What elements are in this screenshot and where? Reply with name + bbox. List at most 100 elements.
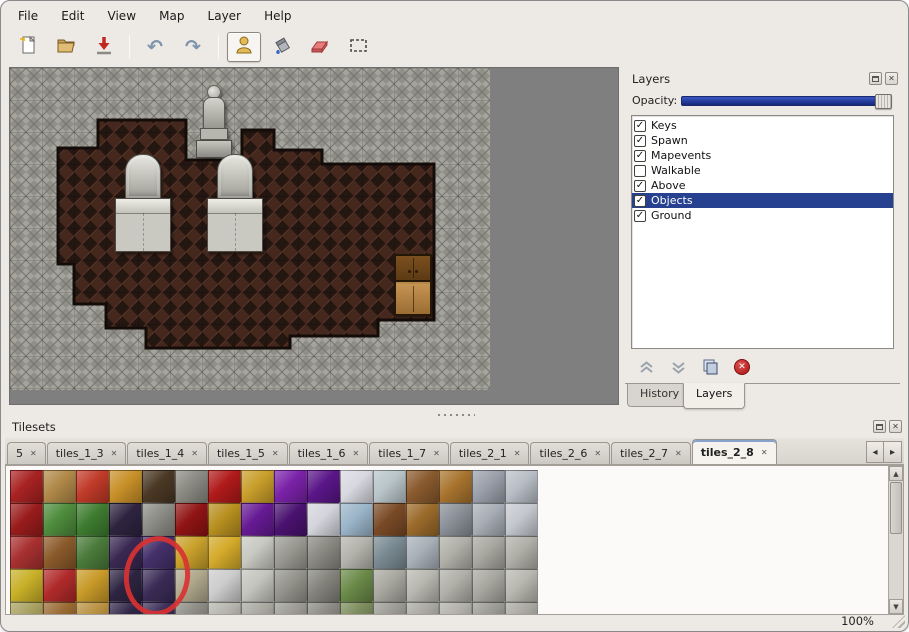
menu-layer[interactable]: Layer (199, 7, 250, 25)
tileset-tile[interactable] (307, 470, 340, 503)
tileset-tab-tiles_2_7[interactable]: tiles_2_7✕ (611, 442, 691, 464)
tileset-tile[interactable] (142, 602, 175, 615)
tileset-tile[interactable] (472, 569, 505, 602)
tileset-tile[interactable] (175, 569, 208, 602)
tileset-tile[interactable] (307, 536, 340, 569)
tileset-tile[interactable] (241, 569, 274, 602)
tileset-tile[interactable] (373, 536, 406, 569)
tab-close-icon[interactable]: ✕ (675, 449, 682, 458)
tileset-tile[interactable] (439, 602, 472, 615)
tileset-tile[interactable] (76, 503, 109, 536)
tab-close-icon[interactable]: ✕ (433, 449, 440, 458)
delete-layer-button[interactable]: ✕ (729, 357, 755, 377)
layer-visibility-checkbox[interactable]: ✓ (634, 150, 646, 162)
layer-visibility-checkbox[interactable]: ✓ (634, 135, 646, 147)
tileset-tile[interactable] (307, 602, 340, 615)
redo-button[interactable]: ↷ (176, 32, 210, 62)
tileset-tile[interactable] (109, 503, 142, 536)
tileset-tile[interactable] (109, 602, 142, 615)
tileset-tile[interactable] (505, 503, 538, 536)
tileset-tab-tiles_2_1[interactable]: tiles_2_1✕ (450, 442, 530, 464)
menu-file[interactable]: File (9, 7, 47, 25)
tileset-tile[interactable] (373, 569, 406, 602)
float-panel-button[interactable] (869, 72, 882, 85)
layer-row-spawn[interactable]: ✓Spawn (632, 133, 893, 148)
map-viewport[interactable] (9, 67, 619, 405)
tileset-tile[interactable] (439, 569, 472, 602)
layer-visibility-checkbox[interactable]: ✓ (634, 210, 646, 222)
opacity-slider-handle[interactable] (875, 94, 892, 109)
tileset-tile[interactable] (406, 470, 439, 503)
layer-visibility-checkbox[interactable]: ✓ (634, 180, 646, 192)
tileset-tile[interactable] (439, 536, 472, 569)
tab-scroll-left-button[interactable]: ◂ (866, 441, 884, 463)
lower-layer-button[interactable] (665, 357, 691, 377)
fill-tool-button[interactable] (265, 32, 299, 62)
tileset-tile[interactable] (175, 470, 208, 503)
tileset-tile[interactable] (340, 503, 373, 536)
tileset-tile[interactable] (43, 470, 76, 503)
tileset-tile[interactable] (175, 602, 208, 615)
tileset-tile[interactable] (472, 602, 505, 615)
close-panel-button[interactable]: ✕ (885, 72, 898, 85)
tileset-tile[interactable] (10, 569, 43, 602)
layer-row-ground[interactable]: ✓Ground (632, 208, 893, 223)
tileset-tile[interactable] (340, 602, 373, 615)
tab-close-icon[interactable]: ✕ (353, 449, 360, 458)
eraser-tool-button[interactable] (303, 32, 337, 62)
tileset-tile[interactable] (109, 470, 142, 503)
tileset-tile[interactable] (175, 536, 208, 569)
menu-view[interactable]: View (99, 7, 145, 25)
scroll-up-button[interactable]: ▲ (889, 466, 903, 481)
tileset-tile[interactable] (505, 536, 538, 569)
tileset-tile[interactable] (76, 470, 109, 503)
tileset-tile[interactable] (340, 470, 373, 503)
tileset-tile[interactable] (241, 602, 274, 615)
tileset-tile[interactable] (406, 536, 439, 569)
tileset-tab-tiles_2_8[interactable]: tiles_2_8✕ (692, 439, 777, 464)
opacity-slider[interactable] (681, 96, 892, 106)
tileset-tile[interactable] (505, 569, 538, 602)
tileset-tile[interactable] (373, 602, 406, 615)
tileset-tab-tiles_1_3[interactable]: tiles_1_3✕ (47, 442, 127, 464)
tileset-tile[interactable] (472, 470, 505, 503)
menu-help[interactable]: Help (255, 7, 300, 25)
tab-close-icon[interactable]: ✕ (191, 449, 198, 458)
tileset-tile[interactable] (505, 602, 538, 615)
tileset-tile[interactable] (109, 536, 142, 569)
duplicate-layer-button[interactable] (697, 357, 723, 377)
tab-close-icon[interactable]: ✕ (30, 449, 37, 458)
tileset-scrollbar[interactable]: ▲ ▼ (888, 466, 903, 614)
tileset-tile[interactable] (109, 569, 142, 602)
layer-visibility-checkbox[interactable]: ✓ (634, 195, 646, 207)
tileset-tile[interactable] (406, 503, 439, 536)
tileset-tile[interactable] (208, 470, 241, 503)
tileset-tile[interactable] (274, 536, 307, 569)
tileset-tab-tiles_1_5[interactable]: tiles_1_5✕ (208, 442, 288, 464)
float-panel-button[interactable] (873, 420, 886, 433)
tileset-tile[interactable] (406, 569, 439, 602)
tileset-tile[interactable] (208, 536, 241, 569)
tileset-tile[interactable] (241, 470, 274, 503)
tileset-tile[interactable] (142, 536, 175, 569)
layer-row-objects[interactable]: ✓Objects (632, 193, 893, 208)
tileset-tile[interactable] (10, 470, 43, 503)
save-map-button[interactable] (87, 32, 121, 62)
tileset-tile[interactable] (43, 569, 76, 602)
tileset-tab-tiles_1_4[interactable]: tiles_1_4✕ (127, 442, 207, 464)
tileset-tile[interactable] (142, 569, 175, 602)
horizontal-splitter[interactable] (1, 409, 908, 418)
stamp-tool-button[interactable] (227, 32, 261, 62)
tileset-tile[interactable] (208, 602, 241, 615)
tileset-tile[interactable] (43, 503, 76, 536)
menu-edit[interactable]: Edit (52, 7, 93, 25)
tileset-tile[interactable] (274, 569, 307, 602)
tileset-tile[interactable] (340, 536, 373, 569)
tileset-tile[interactable] (10, 536, 43, 569)
tab-close-icon[interactable]: ✕ (272, 449, 279, 458)
tileset-tile[interactable] (76, 602, 109, 615)
tileset-tile[interactable] (274, 602, 307, 615)
tileset-tile[interactable] (439, 503, 472, 536)
tileset-tile[interactable] (241, 503, 274, 536)
tileset-tile[interactable] (373, 470, 406, 503)
